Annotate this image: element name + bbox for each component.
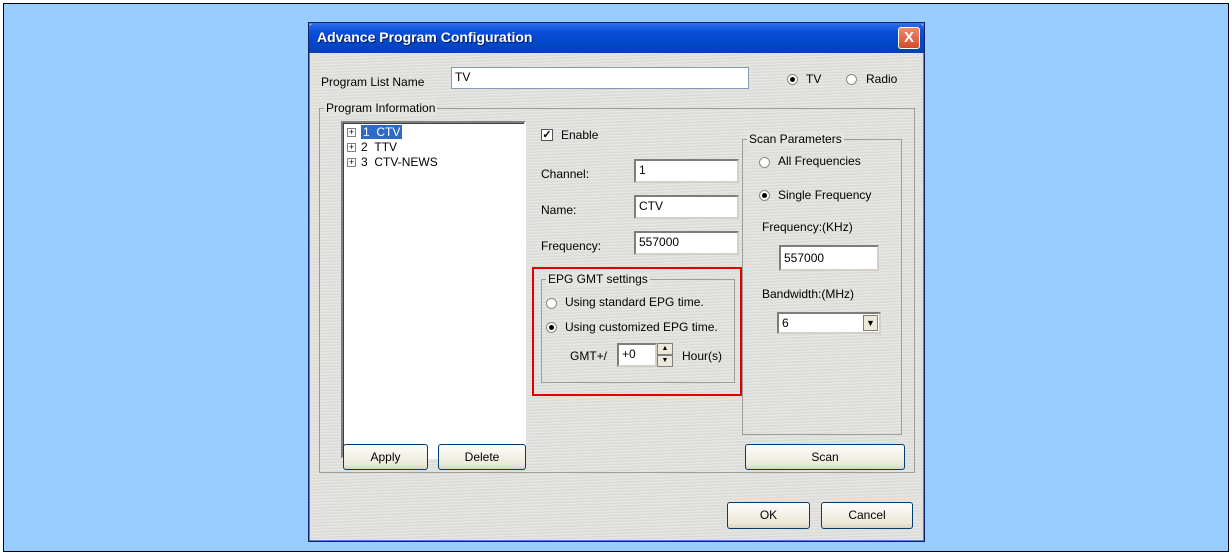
- bandwidth-label: Bandwidth:(MHz): [762, 287, 855, 301]
- expand-icon[interactable]: +: [347, 128, 356, 138]
- bandwidth-select[interactable]: 6 ▼: [777, 312, 881, 334]
- advance-program-dialog: Advance Program Configuration X Program …: [308, 22, 925, 542]
- program-tree[interactable]: +1 CTV +2 TTV +3 CTV-NEWS: [341, 121, 526, 459]
- name-input[interactable]: CTV: [634, 195, 739, 219]
- channel-input[interactable]: 1: [634, 159, 739, 183]
- enable-checkbox[interactable]: ✓: [541, 129, 553, 141]
- all-frequencies-radio[interactable]: [759, 157, 770, 168]
- single-frequency-radio[interactable]: [759, 190, 770, 201]
- tree-item-3-label: 3 CTV-NEWS: [361, 155, 438, 169]
- scan-frequency-input[interactable]: 557000: [779, 245, 879, 271]
- hours-label: Hour(s): [682, 349, 723, 363]
- cancel-button[interactable]: Cancel: [821, 502, 913, 529]
- window-title: Advance Program Configuration: [317, 29, 533, 45]
- radio-radio[interactable]: [846, 74, 857, 85]
- tree-item-1[interactable]: +1 CTV: [347, 125, 403, 139]
- scan-parameters-label: Scan Parameters: [747, 132, 844, 146]
- close-icon: X: [903, 29, 914, 46]
- all-frequencies-label: All Frequencies: [778, 154, 861, 168]
- custom-epg-radio[interactable]: [546, 322, 557, 333]
- chevron-down-icon[interactable]: ▼: [863, 315, 878, 331]
- radio-radio-label: Radio: [866, 72, 898, 86]
- delete-button[interactable]: Delete: [438, 444, 526, 470]
- name-label: Name:: [541, 203, 577, 217]
- spin-down-icon[interactable]: ▼: [657, 355, 673, 367]
- frequency-label: Frequency:: [541, 239, 602, 253]
- custom-epg-label: Using customized EPG time.: [565, 320, 718, 334]
- scan-button[interactable]: Scan: [745, 444, 905, 470]
- standard-epg-label: Using standard EPG time.: [565, 295, 704, 309]
- single-frequency-label: Single Frequency: [778, 188, 872, 202]
- tree-item-2[interactable]: +2 TTV: [347, 140, 397, 154]
- channel-label: Channel:: [541, 167, 590, 181]
- title-bar: Advance Program Configuration X: [309, 23, 924, 53]
- ok-button[interactable]: OK: [727, 502, 810, 529]
- frequency-input[interactable]: 557000: [634, 231, 739, 255]
- tree-item-3[interactable]: +3 CTV-NEWS: [347, 155, 438, 169]
- expand-icon[interactable]: +: [347, 158, 356, 168]
- epg-gmt-label: EPG GMT settings: [546, 272, 650, 286]
- program-information-label: Program Information: [324, 101, 438, 115]
- program-list-name-input[interactable]: TV: [451, 67, 749, 89]
- close-button[interactable]: X: [898, 27, 920, 49]
- tv-radio-label: TV: [806, 72, 822, 86]
- expand-icon[interactable]: +: [347, 143, 356, 153]
- scan-frequency-label: Frequency:(KHz): [762, 220, 853, 234]
- tree-item-1-label: 1 CTV: [361, 125, 403, 139]
- spin-up-icon[interactable]: ▲: [657, 343, 673, 355]
- tree-item-2-label: 2 TTV: [361, 140, 398, 154]
- gmt-offset-input[interactable]: +0: [617, 343, 657, 367]
- enable-label: Enable: [561, 128, 599, 142]
- apply-button[interactable]: Apply: [343, 444, 428, 470]
- program-list-name-label: Program List Name: [321, 75, 425, 89]
- standard-epg-radio[interactable]: [546, 298, 557, 309]
- bandwidth-value: 6: [782, 316, 789, 330]
- gmt-label: GMT+/: [570, 349, 608, 363]
- tv-radio[interactable]: [787, 74, 798, 85]
